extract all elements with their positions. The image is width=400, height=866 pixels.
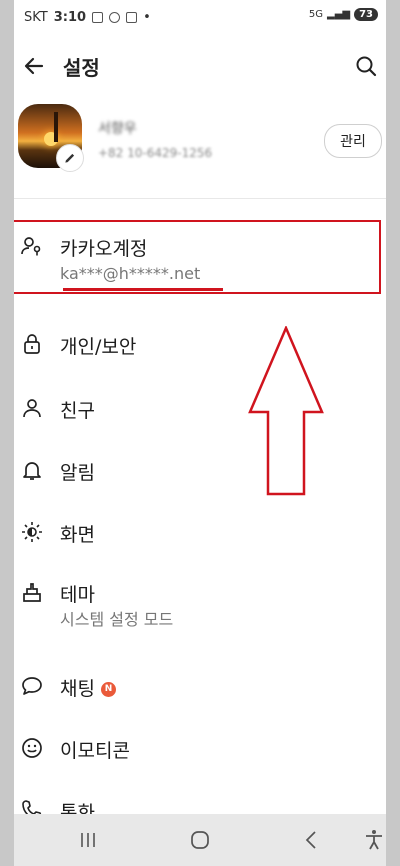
system-back-button[interactable] bbox=[292, 824, 332, 856]
pencil-icon bbox=[65, 153, 75, 163]
menu-item-chat[interactable]: 채팅 N bbox=[14, 664, 386, 718]
system-nav-bar bbox=[14, 814, 386, 866]
brightness-icon bbox=[20, 520, 44, 544]
time-label: 3:10 bbox=[53, 10, 87, 25]
menu-label-emoticon: 이모티콘 bbox=[60, 740, 130, 762]
person-icon bbox=[20, 396, 44, 420]
up-arrow-annotation bbox=[248, 326, 324, 496]
smiley-icon bbox=[20, 736, 44, 760]
back-icon bbox=[305, 831, 316, 849]
carrier-label: SKT bbox=[24, 10, 48, 25]
message-icon bbox=[109, 12, 121, 23]
menu-item-friends[interactable]: 친구 bbox=[14, 386, 386, 440]
highlight-box bbox=[14, 220, 381, 294]
more-dot-icon: • bbox=[143, 10, 151, 25]
page-title: 설정 bbox=[63, 56, 100, 80]
manage-button[interactable]: 관리 bbox=[324, 124, 382, 158]
signal-icon: ▂▄▆ bbox=[327, 9, 351, 20]
notification-icon bbox=[92, 12, 104, 23]
home-icon bbox=[191, 831, 209, 849]
accessibility-icon bbox=[366, 830, 382, 850]
arrow-left-icon bbox=[24, 57, 44, 75]
status-bar: SKT 3:10 • 5G ▂▄▆ 73 bbox=[24, 8, 378, 30]
brush-icon bbox=[20, 580, 44, 604]
menu-item-display[interactable]: 화면 bbox=[14, 510, 386, 564]
search-button[interactable] bbox=[350, 50, 382, 82]
profile-name: 서향우 bbox=[98, 121, 137, 137]
theme-mode-label: 시스템 설정 모드 bbox=[60, 610, 174, 629]
app-icon bbox=[126, 12, 138, 23]
menu-label-alarm: 알림 bbox=[60, 462, 95, 484]
edit-profile-button[interactable] bbox=[56, 144, 84, 172]
menu-label-chat: 채팅 N bbox=[60, 674, 116, 701]
chat-bubble-icon bbox=[20, 674, 44, 698]
profile-section[interactable]: 서향우 +82 10-6429-1256 관리 bbox=[14, 100, 386, 180]
recent-apps-button[interactable] bbox=[68, 824, 108, 856]
menu-label-privacy: 개인/보안 bbox=[60, 336, 137, 358]
accessibility-button[interactable] bbox=[354, 824, 386, 856]
profile-phone: +82 10-6429-1256 bbox=[98, 146, 213, 160]
menu-label-friends: 친구 bbox=[60, 400, 95, 422]
battery-badge: 73 bbox=[354, 8, 378, 21]
menu-label-display: 화면 bbox=[60, 524, 95, 546]
menu-label-theme: 테마 bbox=[60, 584, 95, 606]
menu-item-emoticon[interactable]: 이모티콘 bbox=[14, 726, 386, 780]
avatar-post bbox=[54, 112, 58, 142]
recent-apps-icon bbox=[81, 833, 95, 847]
bell-icon bbox=[20, 458, 44, 482]
menu-item-privacy[interactable]: 개인/보안 bbox=[14, 322, 386, 376]
menu-item-alarm[interactable]: 알림 bbox=[14, 448, 386, 502]
highlight-underline bbox=[63, 288, 223, 291]
chat-label-text: 채팅 bbox=[60, 678, 95, 700]
back-button[interactable] bbox=[18, 50, 50, 82]
new-badge: N bbox=[100, 682, 116, 697]
lock-icon bbox=[20, 332, 44, 356]
network-label: 5G bbox=[308, 9, 323, 20]
menu-item-theme[interactable]: 테마 시스템 설정 모드 bbox=[14, 570, 386, 636]
home-button[interactable] bbox=[180, 824, 220, 856]
app-header: 설정 bbox=[14, 42, 386, 90]
section-divider bbox=[14, 198, 386, 199]
settings-screen: SKT 3:10 • 5G ▂▄▆ 73 설정 서향우 +82 10-6429-… bbox=[14, 0, 386, 866]
search-icon bbox=[356, 56, 377, 77]
